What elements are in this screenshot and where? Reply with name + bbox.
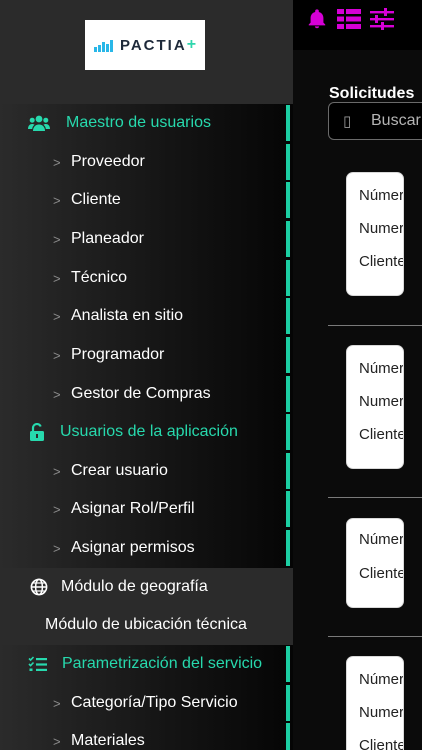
menu-item-materiales[interactable]: > Materiales — [0, 722, 293, 750]
chevron-right-icon: > — [53, 347, 61, 363]
logo-plus: + — [186, 36, 197, 53]
menu-label: Analista en sitio — [71, 307, 184, 325]
menu-item-planeador[interactable]: > Planeador — [0, 220, 293, 259]
menu-label: Planeador — [71, 230, 144, 248]
menu-item-asignar-permisos[interactable]: > Asignar permisos — [0, 529, 293, 568]
checklist-icon — [27, 654, 49, 674]
active-indicator — [286, 337, 290, 373]
menu-label: Materiales — [71, 732, 145, 750]
pactia-logo: PACTIA + — [85, 20, 205, 70]
chevron-right-icon: > — [53, 386, 61, 402]
menu-section-maestro-usuarios[interactable]: Maestro de usuarios — [0, 104, 293, 143]
card-number-label: Número — [359, 671, 404, 688]
logo-bars-icon — [93, 40, 113, 52]
menu-item-asignar-rol[interactable]: > Asignar Rol/Perfil — [0, 490, 293, 529]
card-number-label: Numer — [359, 220, 404, 237]
search-placeholder: Buscar — [371, 112, 421, 129]
chevron-right-icon: > — [53, 308, 61, 324]
menu-label: Parametrización del servicio — [62, 655, 263, 673]
active-indicator — [286, 685, 290, 721]
menu-item-analista-sitio[interactable]: > Analista en sitio — [0, 297, 293, 336]
active-indicator — [286, 221, 290, 257]
page-title: Solicitudes — [329, 85, 415, 102]
request-card[interactable]: Número Numer Cliente — [346, 172, 404, 296]
menu-item-tecnico[interactable]: > Técnico — [0, 259, 293, 298]
card-number-label: Numer — [359, 393, 404, 410]
active-indicator — [286, 105, 290, 141]
chevron-right-icon: > — [53, 733, 61, 749]
menu-item-proveedor[interactable]: > Proveedor — [0, 143, 293, 182]
menu-label: Programador — [71, 346, 165, 364]
chevron-right-icon: > — [53, 231, 61, 247]
search-input[interactable]: ▯ Buscar — [328, 102, 422, 140]
menu-section-parametrizacion[interactable]: Parametrización del servicio — [0, 645, 293, 684]
menu-item-modulo-geografia[interactable]: Módulo de geografía — [0, 568, 293, 607]
logo-text: PACTIA — [119, 36, 187, 54]
divider — [328, 636, 422, 637]
active-indicator — [286, 298, 290, 334]
menu-item-gestor-compras[interactable]: > Gestor de Compras — [0, 375, 293, 414]
card-client-label: Cliente — [359, 426, 404, 443]
menu-section-usuarios-aplicacion[interactable]: Usuarios de la aplicación — [0, 413, 293, 452]
chevron-right-icon: > — [53, 501, 61, 517]
menu-label: Cliente — [71, 191, 121, 209]
top-bar-actions — [306, 0, 422, 38]
navigation-drawer: PACTIA + Maestro de usuarios > Proveedor … — [0, 0, 293, 750]
menu-item-categoria-tipo-servicio[interactable]: > Categoría/Tipo Servicio — [0, 684, 293, 723]
app-screen: Solicitudes ▯ Buscar Número Numer Client… — [0, 0, 422, 750]
active-indicator — [286, 144, 290, 180]
search-icon: ▯ — [343, 113, 352, 130]
card-number-label: Número — [359, 531, 404, 548]
menu-label: Categoría/Tipo Servicio — [71, 694, 238, 712]
menu-label: Módulo de ubicación técnica — [45, 616, 247, 634]
chevron-right-icon: > — [53, 695, 61, 711]
chevron-right-icon: > — [53, 463, 61, 479]
card-client-label: Cliente — [359, 737, 404, 750]
active-indicator — [286, 646, 290, 682]
menu-item-modulo-ubicacion[interactable]: Módulo de ubicación técnica — [0, 606, 293, 645]
chevron-right-icon: > — [53, 154, 61, 170]
globe-icon — [28, 577, 50, 597]
active-indicator — [286, 376, 290, 412]
card-number-label: Número — [359, 360, 404, 377]
menu-label: Gestor de Compras — [71, 385, 211, 403]
users-icon — [28, 113, 50, 133]
menu-label: Crear usuario — [71, 462, 168, 480]
card-client-label: Cliente — [359, 253, 404, 270]
card-number-label: Número — [359, 187, 404, 204]
card-number-label: Numer — [359, 704, 404, 721]
chevron-right-icon: > — [53, 270, 61, 286]
menu-item-programador[interactable]: > Programador — [0, 336, 293, 375]
request-card[interactable]: Número Numer Cliente — [346, 656, 404, 750]
active-indicator — [286, 453, 290, 489]
menu-label: Asignar Rol/Perfil — [71, 500, 195, 518]
menu-label: Maestro de usuarios — [66, 114, 211, 132]
active-indicator — [286, 530, 290, 566]
divider — [328, 497, 422, 498]
menu-label: Técnico — [71, 269, 128, 287]
request-card[interactable]: Número Numer Cliente — [346, 345, 404, 469]
menu-label: Asignar permisos — [71, 539, 195, 557]
active-indicator — [286, 414, 290, 450]
active-indicator — [286, 260, 290, 296]
chevron-right-icon: > — [53, 192, 61, 208]
active-indicator — [286, 182, 290, 218]
menu-label: Usuarios de la aplicación — [60, 423, 238, 441]
menu-label: Proveedor — [71, 153, 145, 171]
request-card[interactable]: Número Cliente — [346, 518, 404, 608]
bell-icon[interactable] — [306, 8, 328, 30]
sliders-icon[interactable] — [370, 8, 394, 30]
menu-item-cliente[interactable]: > Cliente — [0, 181, 293, 220]
active-indicator — [286, 723, 290, 750]
chevron-right-icon: > — [53, 540, 61, 556]
menu-label: Módulo de geografía — [61, 578, 208, 596]
menu-item-crear-usuario[interactable]: > Crear usuario — [0, 452, 293, 491]
table-icon[interactable] — [337, 8, 361, 30]
active-indicator — [286, 491, 290, 527]
card-client-label: Cliente — [359, 565, 404, 582]
unlock-icon — [28, 422, 46, 442]
divider — [328, 325, 422, 326]
